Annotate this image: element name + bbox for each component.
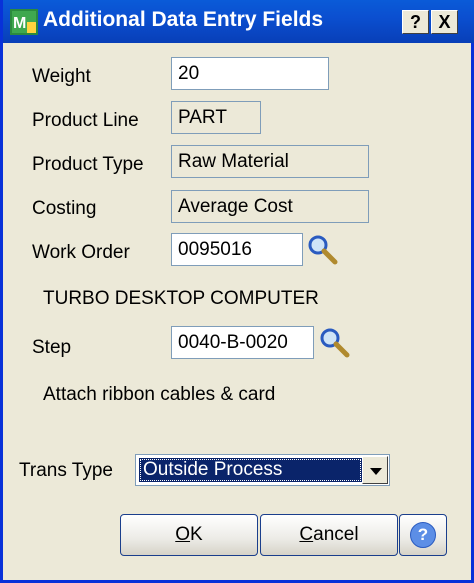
product-type-field: Raw Material [171,145,369,178]
ok-button[interactable]: OK [120,514,258,556]
step-lookup-icon[interactable] [318,326,350,358]
step-description: Attach ribbon cables & card [43,384,276,405]
trans-type-label: Trans Type [19,460,113,481]
help-button[interactable]: ? [399,514,447,556]
titlebar-help-button[interactable]: ? [402,10,429,34]
costing-field: Average Cost [171,190,369,223]
window-title: Additional Data Entry Fields [43,8,324,31]
weight-field[interactable]: 20 [171,57,329,90]
work-order-label: Work Order [32,242,130,263]
step-field[interactable]: 0040-B-0020 [171,326,314,359]
step-label: Step [32,337,72,358]
work-order-field[interactable]: 0095016 [171,233,303,266]
titlebar-close-button[interactable]: X [431,10,458,34]
trans-type-selected-value[interactable]: Outside Process [139,458,362,482]
work-order-description: TURBO DESKTOP COMPUTER [43,288,319,309]
product-line-field: PART [171,101,261,134]
help-icon: ? [410,522,436,548]
chevron-down-icon[interactable] [362,456,388,484]
app-icon: M [10,9,38,35]
trans-type-select[interactable]: Outside Process [135,454,390,486]
costing-label: Costing [32,198,97,219]
cancel-mnemonic: C [299,524,314,545]
svg-text:M: M [13,15,26,32]
ok-mnemonic: O [175,524,191,545]
weight-label: Weight [32,66,91,87]
cancel-label-rest: ancel [313,524,359,545]
work-order-lookup-icon[interactable] [306,233,338,265]
product-type-label: Product Type [32,154,144,175]
ok-label-rest: K [190,524,203,545]
dialog-window: M Additional Data Entry Fields ? X Weigh… [0,0,474,583]
cancel-button[interactable]: Cancel [260,514,398,556]
title-bar[interactable]: M Additional Data Entry Fields ? X [3,0,474,43]
product-line-label: Product Line [32,110,139,131]
